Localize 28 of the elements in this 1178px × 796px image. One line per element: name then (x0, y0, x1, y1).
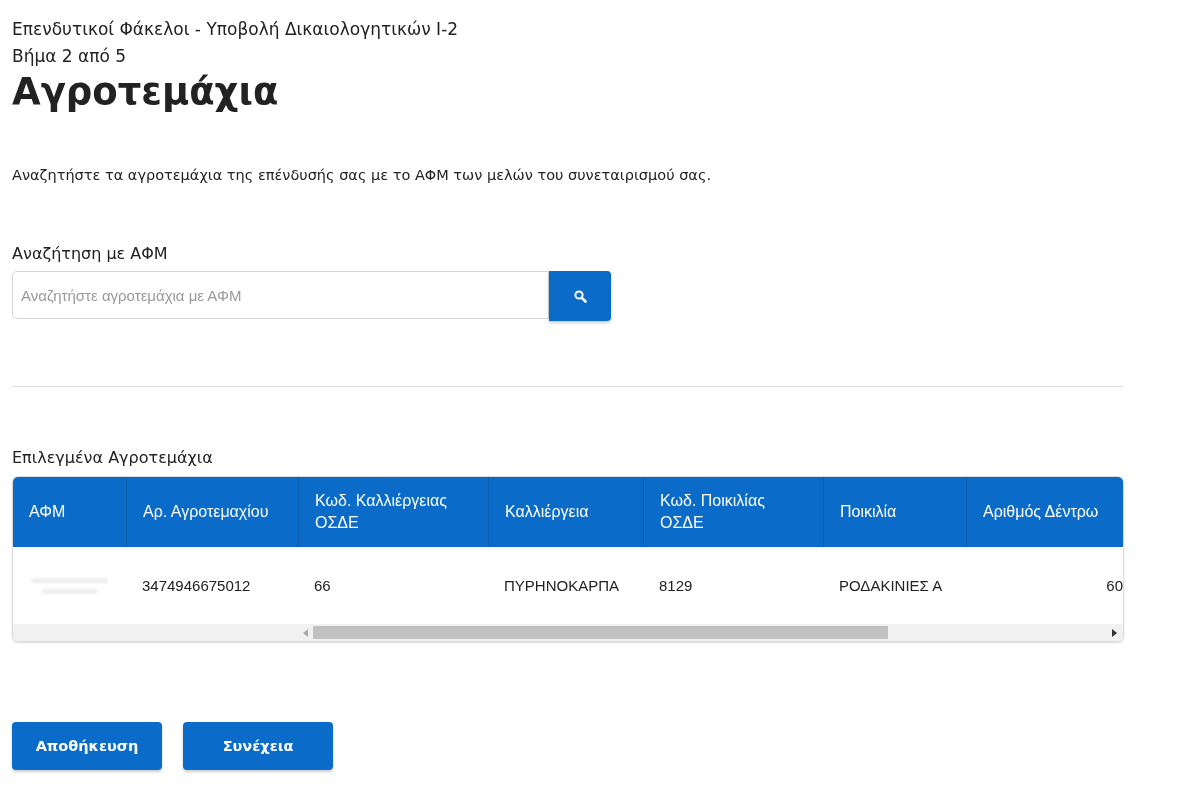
table-cell: 60 (1106, 577, 1123, 594)
step-indicator: Βήμα 2 από 5 (12, 45, 128, 68)
page-title: Αγροτεμάχια (12, 70, 280, 114)
table-cell: ΡΟΔΑΚΙΝΙΕΣ Α (839, 577, 943, 594)
scroll-left-icon[interactable] (303, 628, 308, 637)
scrollbar-thumb[interactable] (313, 626, 888, 639)
table-caption: Επιλεγμένα Αγροτεμάχια (12, 447, 214, 469)
table-cell: 66 (314, 577, 331, 594)
intro-text: Αναζητήστε τα αγροτεμάχια της επένδυσής σας με το ΑΦΜ των μελών του συνεταιρισμού σας. (12, 166, 712, 185)
search-field[interactable]: Αναζητήστε αγροτεμάχια με ΑΦΜ (12, 271, 549, 319)
action-button[interactable]: Συνέχεια (183, 722, 333, 770)
column-header: Ποικιλία (823, 477, 966, 547)
column-header: Αριθμός Δέντρω (966, 477, 1123, 547)
column-header: Κωδ. Καλλιέργειας ΟΣΔΕ (298, 477, 488, 547)
column-header: Κωδ. Ποικιλίας ΟΣΔΕ (643, 477, 823, 547)
table-cell: ΠΥΡΗΝΟΚΑΡΠΑ (504, 577, 620, 594)
table-cell: 8129 (659, 577, 693, 594)
search-button[interactable] (549, 271, 611, 321)
table-cell: 3474946675012 (142, 577, 251, 594)
column-header: Καλλιέργεια (488, 477, 643, 547)
search-icon (573, 289, 587, 303)
action-button[interactable]: Αποθήκευση (12, 722, 162, 770)
search-label: Αναζήτηση με ΑΦΜ (12, 243, 169, 265)
column-header: ΑΦΜ (28, 502, 67, 522)
scroll-right-icon[interactable] (1112, 628, 1117, 637)
column-header: Αρ. Αγροτεμαχίου (126, 477, 298, 547)
horizontal-scrollbar[interactable] (13, 624, 1123, 641)
breadcrumb: Επενδυτικοί Φάκελοι - Υποβολή Δικαιολογητικών Ι-2 (12, 18, 460, 41)
